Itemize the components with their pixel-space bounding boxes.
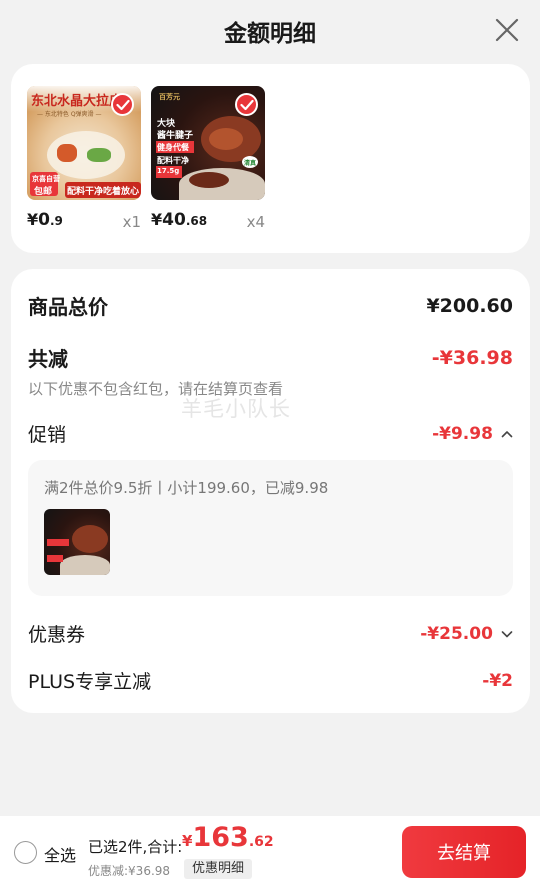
total-discount-row: 共减 -¥36.98	[28, 343, 513, 372]
checkout-button[interactable]: 去结算	[402, 826, 526, 878]
plus-discount-row: PLUS专享立减 -¥2	[28, 667, 513, 694]
product-image-tag: 健身代餐	[157, 143, 189, 152]
close-icon	[495, 18, 519, 42]
plus-discount-value: -¥2	[482, 670, 513, 691]
total-discount-label: 共减	[28, 347, 68, 371]
product-image-title: 酱牛腱子	[157, 131, 194, 141]
product-quantity: x1	[122, 213, 141, 231]
product-image-subtitle: — 东北特色 Q弹爽滑 —	[37, 111, 102, 118]
product-image-weight: 17.5g	[157, 167, 180, 175]
discount-detail-button[interactable]: 优惠明细	[184, 859, 253, 879]
total-price-integer: 163	[192, 822, 249, 853]
total-price-decimal: .62	[248, 834, 274, 850]
page-title: 金额明细	[224, 21, 316, 47]
product-image-title: 东北水晶大拉皮	[31, 94, 123, 109]
promotion-detail-box: 满2件总价9.5折丨小计199.60，已减9.98	[28, 460, 513, 596]
check-icon	[240, 99, 254, 111]
product-image-badge: 清真	[244, 160, 257, 167]
product-price-row: ¥0.9 x1	[27, 210, 141, 234]
plus-discount-label: PLUS专享立减	[28, 671, 152, 693]
chevron-up-icon	[501, 431, 513, 438]
product-image-tag: 配料干净	[157, 156, 189, 165]
selected-check	[235, 93, 258, 116]
modal-header: 金额明细	[0, 0, 540, 62]
price-decimal: .9	[49, 214, 63, 228]
subtotal-row: 商品总价 ¥200.60	[28, 291, 513, 320]
product-image[interactable]: 东北水晶大拉皮 — 东北特色 Q弹爽滑 — 京喜自营 包邮 配料干净吃着放心	[27, 86, 141, 200]
product-image-badge: 京喜自营	[32, 175, 60, 183]
watermark: 羊毛小队长	[181, 397, 291, 421]
products-card: 东北水晶大拉皮 — 东北特色 Q弹爽滑 — 京喜自营 包邮 配料干净吃着放心 ¥…	[11, 64, 530, 253]
coupon-value-group[interactable]: -¥25.00	[420, 624, 513, 644]
promotion-label: 促销	[28, 424, 67, 446]
coupon-label: 优惠券	[28, 624, 86, 646]
product-image-slogan: 配料干净吃着放心	[67, 187, 140, 197]
close-button[interactable]	[494, 17, 520, 43]
price-integer: 40	[162, 210, 186, 230]
product-image-brand: 百芳元	[159, 93, 180, 101]
select-all-radio[interactable]	[14, 841, 37, 864]
coupon-row[interactable]: 优惠券 -¥25.00	[28, 620, 513, 647]
coupon-value: -¥25.00	[420, 623, 493, 644]
promotion-description: 满2件总价9.5折丨小计199.60，已减9.98	[44, 479, 329, 497]
promotion-value: -¥9.98	[432, 423, 493, 444]
total-discount-value: -¥36.98	[431, 346, 513, 369]
product-quantity: x4	[246, 213, 265, 231]
selection-summary: 已选2件,合计:	[88, 838, 183, 856]
subtotal-label: 商品总价	[28, 295, 108, 319]
total-price: ¥163.62	[182, 822, 274, 853]
promotion-value-group[interactable]: -¥9.98	[432, 424, 513, 444]
price-symbol: ¥	[27, 210, 39, 229]
product-item[interactable]: 东北水晶大拉皮 — 东北特色 Q弹爽滑 — 京喜自营 包邮 配料干净吃着放心 ¥…	[27, 86, 141, 234]
product-price-row: ¥40.68 x4	[151, 210, 265, 234]
promotion-product-thumb	[44, 509, 110, 575]
subtotal-value: ¥200.60	[426, 294, 513, 317]
total-price-symbol: ¥	[182, 832, 193, 850]
product-image[interactable]: 百芳元 大块 酱牛腱子 健身代餐 配料干净 17.5g 清真	[151, 86, 265, 200]
check-icon	[116, 99, 130, 111]
price-detail-card: 商品总价 ¥200.60 共减 -¥36.98 以下优惠不包含红包，请在结算页查…	[11, 269, 530, 713]
selected-check	[111, 93, 134, 116]
price-integer: 0	[38, 210, 50, 230]
price-decimal: .68	[185, 214, 208, 228]
chevron-down-icon	[501, 631, 513, 638]
promotion-row[interactable]: 促销 -¥9.98	[28, 420, 513, 447]
select-all-label[interactable]: 全选	[44, 842, 76, 866]
saved-amount: 优惠减:¥36.98	[88, 864, 171, 878]
product-item[interactable]: 百芳元 大块 酱牛腱子 健身代餐 配料干净 17.5g 清真 ¥40.68 x4	[151, 86, 265, 234]
price-symbol: ¥	[151, 210, 163, 229]
product-image-badge: 包邮	[34, 187, 53, 197]
